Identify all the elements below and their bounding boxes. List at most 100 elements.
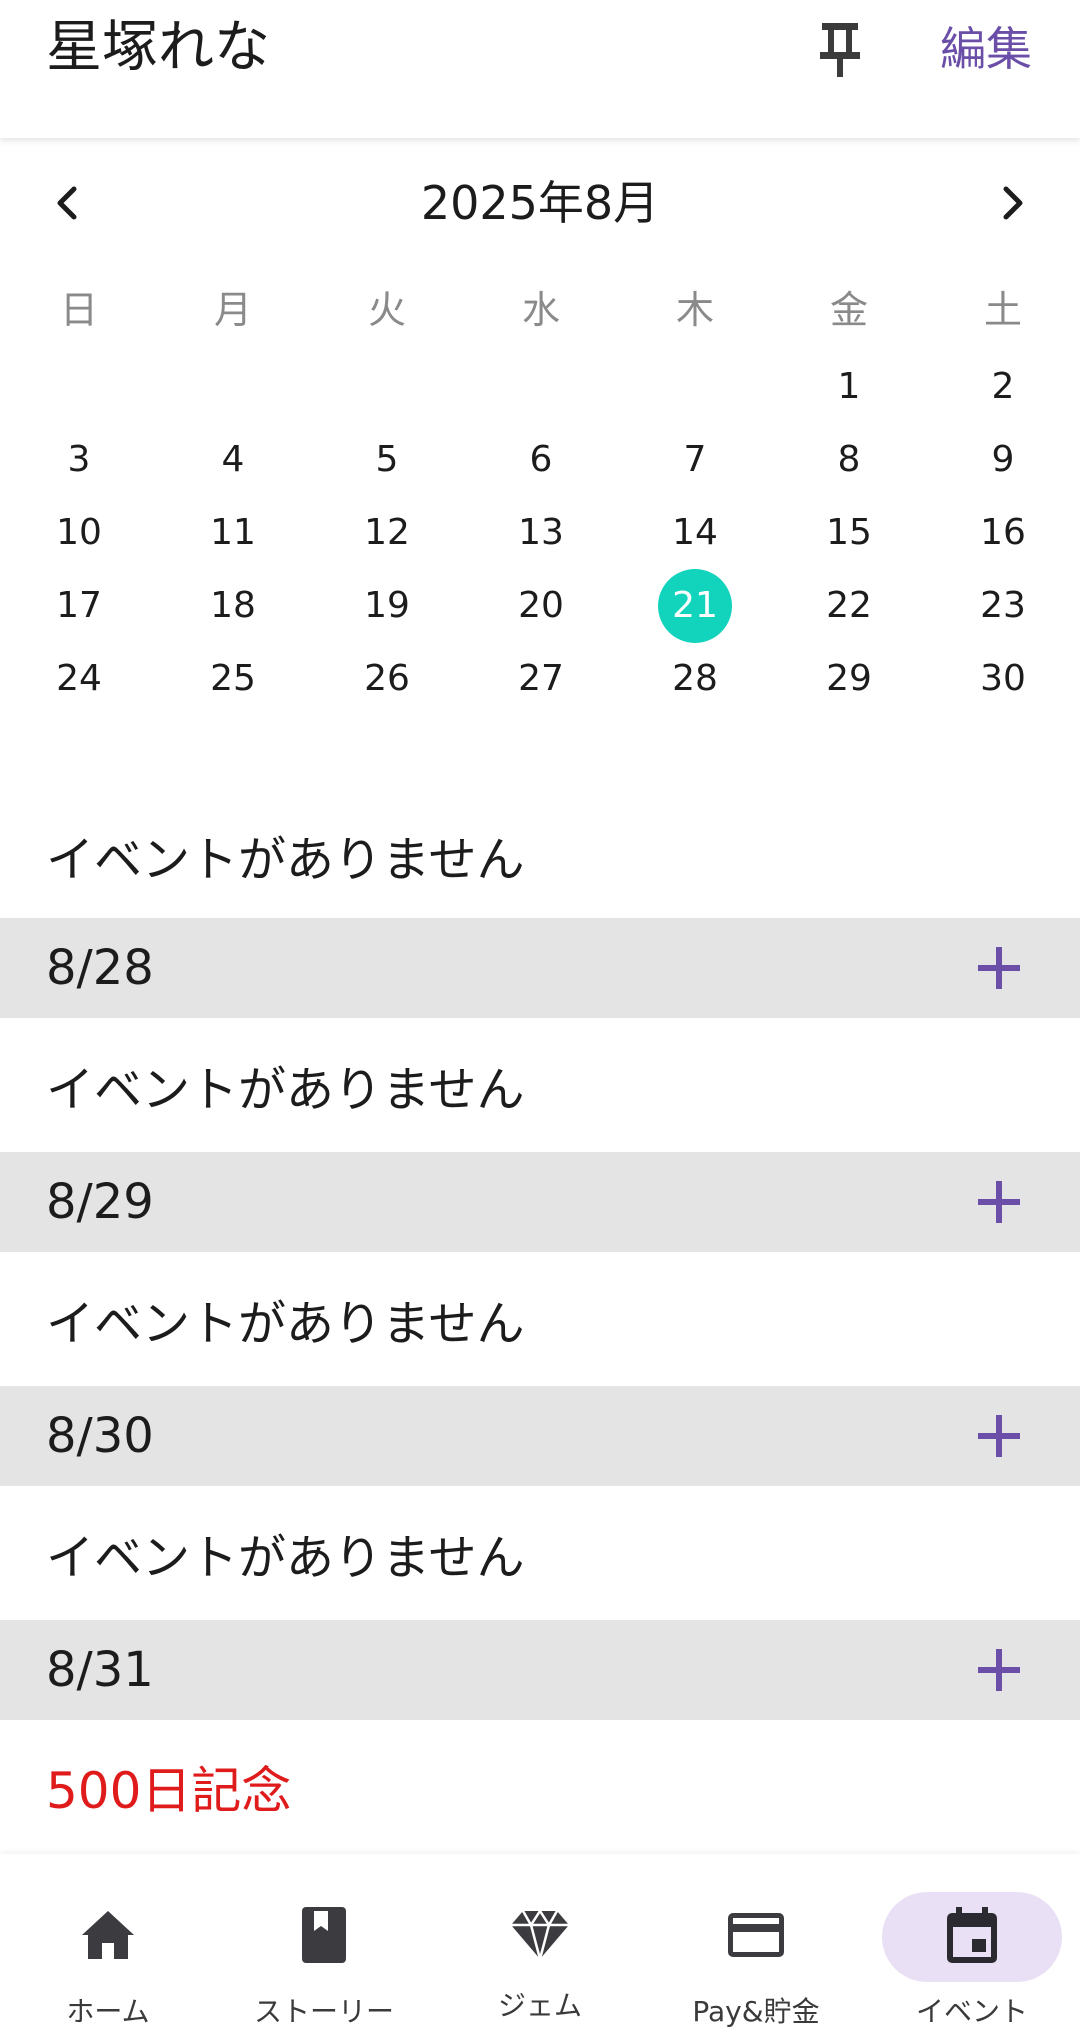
calendar-day[interactable]: 24 — [2, 642, 156, 715]
calendar-day-number: 4 — [221, 439, 245, 480]
calendar-day-number — [350, 350, 424, 424]
nav-item-home[interactable]: ホーム — [0, 1854, 216, 2038]
date-label: 8/28 — [46, 940, 154, 996]
gem-icon — [505, 1900, 575, 1970]
event-item[interactable]: 500日記念 — [0, 1720, 1080, 1854]
no-events-message: イベントがありません — [0, 1018, 1080, 1152]
add-event-button[interactable] — [968, 1171, 1030, 1233]
calendar-day[interactable]: 8 — [772, 423, 926, 496]
add-event-button[interactable] — [968, 1639, 1030, 1701]
edit-button[interactable]: 編集 — [940, 20, 1032, 78]
calendar-day-empty — [618, 350, 772, 423]
calendar-day[interactable]: 1 — [772, 350, 926, 423]
event-list: イベントがありません 8/28 イベントがありません 8/29 イベントがありま… — [0, 792, 1080, 1854]
calendar-day[interactable]: 12 — [310, 496, 464, 569]
calendar-day[interactable]: 7 — [618, 423, 772, 496]
calendar-month-label: 2025年8月 — [420, 176, 660, 230]
calendar-day[interactable]: 27 — [464, 642, 618, 715]
calendar-day-empty — [2, 350, 156, 423]
calendar-day-number — [196, 350, 270, 424]
calendar-day-number: 17 — [56, 585, 102, 626]
calendar-icon — [937, 1900, 1007, 1970]
weekday-label: 土 — [983, 288, 1022, 332]
calendar-day-number: 1 — [837, 366, 861, 407]
calendar-day-number: 19 — [364, 585, 410, 626]
calendar-day-number: 25 — [210, 658, 256, 699]
calendar-day[interactable]: 28 — [618, 642, 772, 715]
add-event-button[interactable] — [968, 937, 1030, 999]
page-title: 星塚れな — [46, 15, 270, 80]
chevron-right-icon — [1003, 186, 1023, 220]
calendar-day-number: 15 — [826, 512, 872, 553]
calendar-day[interactable]: 11 — [156, 496, 310, 569]
nav-label: ホーム — [66, 1995, 150, 2028]
weekday-label: 水 — [521, 288, 560, 332]
calendar-day[interactable]: 10 — [2, 496, 156, 569]
calendar-day[interactable]: 16 — [926, 496, 1080, 569]
nav-item-story[interactable]: ストーリー — [216, 1854, 432, 2038]
calendar-day-number: 26 — [364, 658, 410, 699]
calendar-day-number: 16 — [980, 512, 1026, 553]
add-event-button[interactable] — [968, 1405, 1030, 1467]
nav-item-event[interactable]: イベント — [864, 1854, 1080, 2038]
calendar-day[interactable]: 22 — [772, 569, 926, 642]
calendar-day-number: 18 — [210, 585, 256, 626]
calendar-day[interactable]: 18 — [156, 569, 310, 642]
calendar-day[interactable]: 19 — [310, 569, 464, 642]
calendar-day-number: 3 — [67, 439, 91, 480]
calendar-day[interactable]: 23 — [926, 569, 1080, 642]
calendar-day-number: 6 — [529, 439, 553, 480]
calendar-day[interactable]: 30 — [926, 642, 1080, 715]
calendar-day-number: 21 — [658, 568, 732, 643]
calendar-day[interactable]: 15 — [772, 496, 926, 569]
calendar-day-number: 11 — [210, 512, 256, 553]
weekday-label: 火 — [367, 288, 406, 332]
calendar-day[interactable]: 6 — [464, 423, 618, 496]
calendar-day-number: 12 — [364, 512, 410, 553]
card-icon — [721, 1900, 791, 1970]
calendar-day[interactable]: 17 — [2, 569, 156, 642]
calendar-day[interactable]: 14 — [618, 496, 772, 569]
pin-button[interactable] — [808, 14, 872, 84]
no-events-message: イベントがありません — [0, 792, 1080, 918]
calendar-day-number — [504, 350, 578, 424]
calendar-day-number: 23 — [980, 585, 1026, 626]
calendar-day[interactable]: 9 — [926, 423, 1080, 496]
calendar-day-selected[interactable]: 21 — [618, 568, 772, 643]
calendar-day[interactable]: 25 — [156, 642, 310, 715]
nav-label: イベント — [915, 1995, 1028, 2028]
calendar-day[interactable]: 4 — [156, 423, 310, 496]
plus-icon — [978, 1181, 1020, 1223]
calendar-day-number: 14 — [672, 512, 718, 553]
calendar-day-number: 5 — [375, 439, 399, 480]
nav-label: Pay&貯金 — [692, 1995, 820, 2028]
pin-icon — [820, 23, 860, 77]
weekday-label: 月 — [213, 288, 252, 332]
plus-icon — [978, 1415, 1020, 1457]
calendar-day[interactable]: 29 — [772, 642, 926, 715]
plus-icon — [978, 947, 1020, 989]
date-header: 8/29 — [0, 1152, 1080, 1252]
calendar-day-empty — [156, 350, 310, 423]
weekday-label: 日 — [59, 288, 98, 332]
calendar-day[interactable]: 13 — [464, 496, 618, 569]
next-month-button[interactable] — [978, 168, 1048, 238]
calendar-day[interactable]: 26 — [310, 642, 464, 715]
calendar-day[interactable]: 5 — [310, 423, 464, 496]
bottom-navigation: ホーム ストーリー ジェム Pay&貯金 イベント — [0, 1854, 1080, 2038]
calendar-day-number: 24 — [56, 658, 102, 699]
calendar-day-number: 20 — [518, 585, 564, 626]
nav-item-gem[interactable]: ジェム — [432, 1854, 648, 2038]
calendar-day-number: 10 — [56, 512, 102, 553]
calendar-day[interactable]: 2 — [926, 350, 1080, 423]
calendar-day[interactable]: 3 — [2, 423, 156, 496]
calendar-day[interactable]: 20 — [464, 569, 618, 642]
no-events-message: イベントがありません — [0, 1252, 1080, 1386]
nav-item-pay[interactable]: Pay&貯金 — [648, 1854, 864, 2038]
calendar-day-number: 8 — [837, 439, 861, 480]
date-header: 8/28 — [0, 918, 1080, 1018]
date-header: 8/30 — [0, 1386, 1080, 1486]
calendar-day-number — [658, 350, 732, 424]
weekday-label: 木 — [675, 288, 714, 332]
calendar-day-number: 27 — [518, 658, 564, 699]
